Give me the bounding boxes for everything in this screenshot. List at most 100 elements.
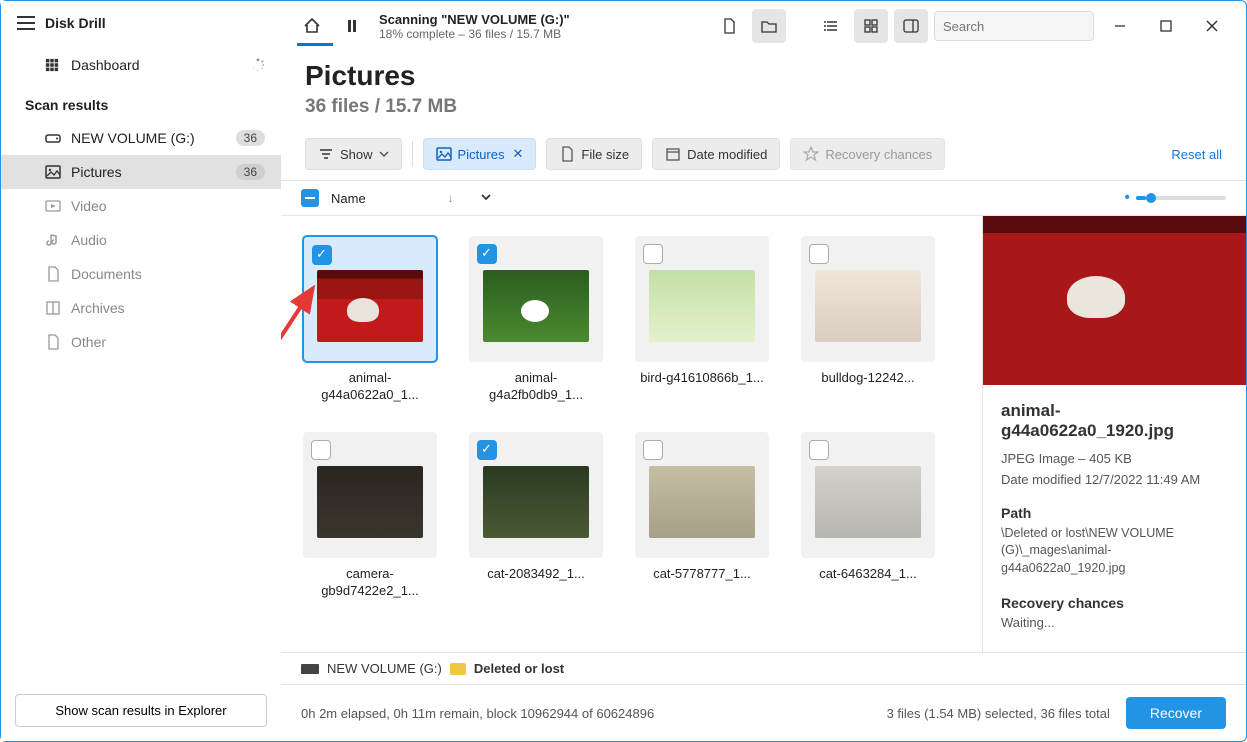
thumbnail-image — [649, 270, 755, 342]
search-input[interactable] — [934, 11, 1094, 41]
preview-toggle-button[interactable] — [894, 9, 928, 43]
close-button[interactable] — [1192, 11, 1232, 41]
home-button[interactable] — [295, 9, 329, 43]
breadcrumb: NEW VOLUME (G:) Deleted or lost — [281, 652, 1246, 684]
show-filter-button[interactable]: Show — [305, 138, 402, 170]
sidebar-item-other[interactable]: Other — [1, 325, 281, 359]
sidebar-item-pictures[interactable]: Pictures 36 — [1, 155, 281, 189]
pictures-filter-chip[interactable]: Pictures ✕ — [423, 138, 537, 170]
file-card[interactable]: bulldog-12242... — [793, 236, 943, 404]
sidebar-item-volume[interactable]: NEW VOLUME (G:) 36 — [1, 121, 281, 155]
preview-filename: animal-g44a0622a0_1920.jpg — [1001, 401, 1228, 441]
reset-filters-link[interactable]: Reset all — [1171, 147, 1222, 162]
sidebar-item-audio[interactable]: Audio — [1, 223, 281, 257]
chip-label: Pictures — [458, 147, 505, 162]
column-name-header[interactable]: Name — [331, 191, 366, 206]
file-checkbox[interactable] — [643, 244, 663, 264]
preview-path: \Deleted or lost\NEW VOLUME (G)\_mages\a… — [1001, 525, 1228, 578]
expand-toggle[interactable] — [480, 191, 492, 206]
video-icon — [45, 198, 61, 214]
file-card[interactable]: animal-g4a2fb0db9_1... — [461, 236, 611, 404]
thumbnail-image — [649, 466, 755, 538]
thumbnail-box[interactable] — [469, 236, 603, 362]
sidebar-item-archives[interactable]: Archives — [1, 291, 281, 325]
sidebar-item-documents[interactable]: Documents — [1, 257, 281, 291]
thumbnail-image — [483, 270, 589, 342]
sort-indicator-icon: ↓ — [448, 191, 454, 205]
menu-icon[interactable] — [17, 16, 35, 30]
maximize-button[interactable] — [1146, 11, 1186, 41]
list-icon — [823, 18, 839, 34]
divider — [412, 141, 413, 167]
file-checkbox[interactable] — [311, 440, 331, 460]
breadcrumb-folder[interactable]: Deleted or lost — [474, 661, 564, 676]
thumbnail-box[interactable] — [801, 236, 935, 362]
file-checkbox[interactable] — [643, 440, 663, 460]
file-card[interactable]: animal-g44a0622a0_1... — [295, 236, 445, 404]
file-checkbox[interactable] — [312, 245, 332, 265]
grid-view-button[interactable] — [854, 9, 888, 43]
file-size-filter-button[interactable]: File size — [546, 138, 642, 170]
file-card[interactable]: bird-g41610866b_1... — [627, 236, 777, 404]
zoom-min-icon: • — [1124, 189, 1130, 207]
filter-icon — [318, 146, 334, 162]
file-checkbox[interactable] — [809, 244, 829, 264]
recovery-chances-filter-button[interactable]: Recovery chances — [790, 138, 945, 170]
page-subtitle: 36 files / 15.7 MB — [305, 96, 1222, 118]
file-card[interactable]: cat-5778777_1... — [627, 432, 777, 600]
file-card[interactable]: camera-gb9d7422e2_1... — [295, 432, 445, 600]
status-bar: 0h 2m elapsed, 0h 11m remain, block 1096… — [281, 684, 1246, 741]
file-name: animal-g44a0622a0_1... — [303, 370, 437, 404]
app-title: Disk Drill — [45, 15, 106, 31]
preview-path-label: Path — [1001, 505, 1228, 521]
document-icon — [45, 266, 61, 282]
list-view-button[interactable] — [814, 9, 848, 43]
minimize-icon — [1114, 20, 1126, 32]
drive-icon — [301, 664, 319, 674]
star-icon — [803, 146, 819, 162]
thumbnail-box[interactable] — [801, 432, 935, 558]
file-name: cat-6463284_1... — [801, 566, 935, 583]
show-label: Show — [340, 147, 373, 162]
date-modified-filter-button[interactable]: Date modified — [652, 138, 780, 170]
folder-view-button[interactable] — [752, 9, 786, 43]
file-checkbox[interactable] — [477, 440, 497, 460]
pause-button[interactable] — [335, 9, 369, 43]
show-in-explorer-button[interactable]: Show scan results in Explorer — [15, 694, 267, 727]
calendar-icon — [665, 146, 681, 162]
preview-recovery-label: Recovery chances — [1001, 595, 1228, 611]
audio-icon — [45, 232, 61, 248]
file-icon — [721, 18, 737, 34]
sidebar: Disk Drill Dashboard Scan results NEW VO… — [1, 1, 281, 741]
sidebar-item-dashboard[interactable]: Dashboard — [1, 47, 281, 83]
folder-icon — [761, 18, 777, 34]
file-view-button[interactable] — [712, 9, 746, 43]
thumbnail-box[interactable] — [469, 432, 603, 558]
file-card[interactable]: cat-6463284_1... — [793, 432, 943, 600]
file-grid: animal-g44a0622a0_1... animal-g4a2fb0db9_… — [281, 216, 982, 652]
file-checkbox[interactable] — [809, 440, 829, 460]
status-selection: 3 files (1.54 MB) selected, 36 files tot… — [887, 706, 1110, 721]
thumbnail-box[interactable] — [303, 236, 437, 362]
thumbnail-box[interactable] — [635, 236, 769, 362]
minimize-button[interactable] — [1100, 11, 1140, 41]
file-card[interactable]: cat-2083492_1... — [461, 432, 611, 600]
loading-icon — [251, 58, 265, 72]
thumbnail-box[interactable] — [303, 432, 437, 558]
file-checkbox[interactable] — [477, 244, 497, 264]
select-all-checkbox[interactable] — [301, 189, 319, 207]
breadcrumb-drive[interactable]: NEW VOLUME (G:) — [327, 661, 442, 676]
search-field[interactable] — [943, 19, 1119, 34]
file-name: cat-2083492_1... — [469, 566, 603, 583]
sidebar-item-video[interactable]: Video — [1, 189, 281, 223]
zoom-slider[interactable] — [1136, 196, 1226, 200]
preview-panel: animal-g44a0622a0_1920.jpg JPEG Image – … — [982, 216, 1246, 652]
recover-button[interactable]: Recover — [1126, 697, 1226, 729]
scan-title: Scanning "NEW VOLUME (G:)" — [379, 12, 570, 27]
remove-chip-icon[interactable]: ✕ — [513, 146, 524, 162]
page-title: Pictures — [305, 60, 1222, 92]
file-name: camera-gb9d7422e2_1... — [303, 566, 437, 600]
thumbnail-box[interactable] — [635, 432, 769, 558]
archive-icon — [45, 300, 61, 316]
file-name: animal-g4a2fb0db9_1... — [469, 370, 603, 404]
